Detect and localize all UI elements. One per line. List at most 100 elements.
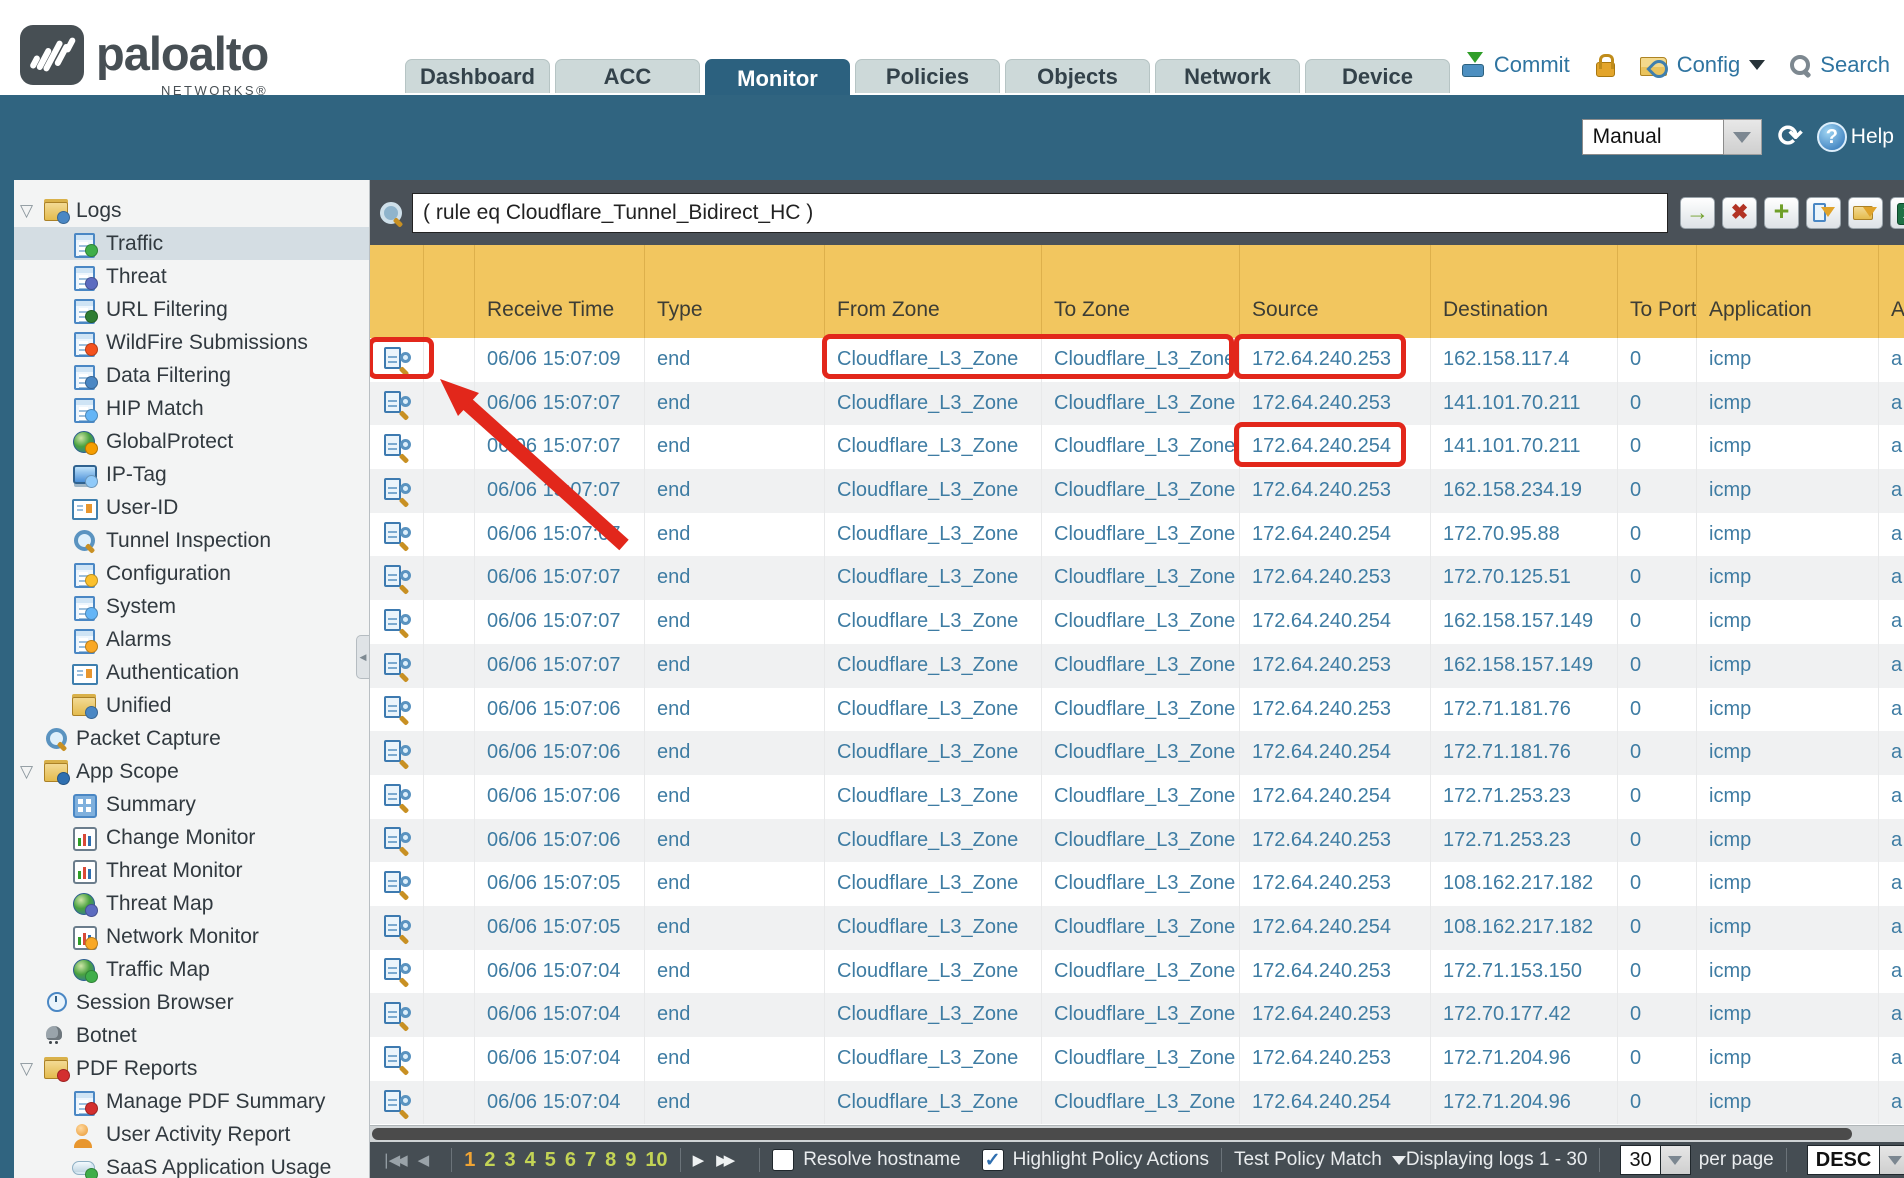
resolve-hostname-checkbox[interactable] bbox=[772, 1149, 794, 1171]
cell-receive-time[interactable]: 06/06 15:07:06 bbox=[475, 688, 645, 732]
cell-application[interactable]: icmp bbox=[1697, 1081, 1879, 1125]
cell-application[interactable]: icmp bbox=[1697, 862, 1879, 906]
log-detail-icon[interactable] bbox=[382, 696, 412, 722]
per-page-select-arrow-icon[interactable] bbox=[1661, 1145, 1691, 1175]
page-number-4[interactable]: 4 bbox=[525, 1149, 536, 1172]
cell-receive-time[interactable]: 06/06 15:07:06 bbox=[475, 819, 645, 863]
cell-to-port[interactable]: 0 bbox=[1618, 382, 1697, 426]
cell-type[interactable]: end bbox=[645, 819, 825, 863]
log-row[interactable]: 06/06 15:07:07endCloudflare_L3_ZoneCloud… bbox=[370, 425, 1904, 469]
sidebar-item-logs[interactable]: ▽Logs bbox=[14, 194, 369, 227]
page-number-5[interactable]: 5 bbox=[545, 1149, 556, 1172]
cell-application[interactable]: icmp bbox=[1697, 950, 1879, 994]
tab-acc[interactable]: ACC bbox=[555, 59, 700, 93]
log-detail-icon[interactable] bbox=[382, 522, 412, 548]
add-filter-button[interactable]: + bbox=[1764, 197, 1799, 229]
per-page-value[interactable]: 30 bbox=[1620, 1145, 1660, 1175]
lock-icon[interactable] bbox=[1594, 53, 1616, 77]
log-detail-icon[interactable] bbox=[382, 1090, 412, 1116]
cell-action[interactable]: a bbox=[1879, 819, 1904, 863]
cell-action[interactable]: a bbox=[1879, 425, 1904, 469]
page-number-1[interactable]: 1 bbox=[464, 1149, 475, 1172]
sidebar-item-globalprotect[interactable]: GlobalProtect bbox=[14, 425, 369, 458]
column-header-blank-1[interactable] bbox=[424, 245, 475, 338]
cell-to-zone[interactable]: Cloudflare_L3_Zone bbox=[1042, 1037, 1240, 1081]
log-filter-input[interactable] bbox=[412, 193, 1668, 233]
cell-to-port[interactable]: 0 bbox=[1618, 775, 1697, 819]
cell-to-port[interactable]: 0 bbox=[1618, 1037, 1697, 1081]
cell-destination[interactable]: 162.158.117.4 bbox=[1431, 338, 1618, 382]
cell-action[interactable]: a bbox=[1879, 688, 1904, 732]
page-number-3[interactable]: 3 bbox=[504, 1149, 515, 1172]
cell-type[interactable]: end bbox=[645, 1037, 825, 1081]
sidebar-item-hip-match[interactable]: HIP Match bbox=[14, 392, 369, 425]
log-detail-icon[interactable] bbox=[382, 958, 412, 984]
column-header-application[interactable]: Application bbox=[1697, 245, 1879, 338]
cell-to-port[interactable]: 0 bbox=[1618, 600, 1697, 644]
cell-source[interactable]: 172.64.240.253 bbox=[1240, 1037, 1431, 1081]
cell-to-zone[interactable]: Cloudflare_L3_Zone bbox=[1042, 600, 1240, 644]
cell-to-port[interactable]: 0 bbox=[1618, 1081, 1697, 1125]
cell-application[interactable]: icmp bbox=[1697, 993, 1879, 1037]
sidebar-item-botnet[interactable]: Botnet bbox=[14, 1019, 369, 1052]
cell-to-port[interactable]: 0 bbox=[1618, 819, 1697, 863]
log-row[interactable]: 06/06 15:07:07endCloudflare_L3_ZoneCloud… bbox=[370, 556, 1904, 600]
apply-filter-button[interactable]: → bbox=[1680, 197, 1715, 229]
refresh-mode-select[interactable]: Manual bbox=[1582, 119, 1724, 155]
cell-application[interactable]: icmp bbox=[1697, 469, 1879, 513]
cell-source[interactable]: 172.64.240.254 bbox=[1240, 600, 1431, 644]
cell-source[interactable]: 172.64.240.254 bbox=[1240, 425, 1431, 469]
cell-from-zone[interactable]: Cloudflare_L3_Zone bbox=[825, 950, 1042, 994]
cell-type[interactable]: end bbox=[645, 993, 825, 1037]
log-row[interactable]: 06/06 15:07:06endCloudflare_L3_ZoneCloud… bbox=[370, 688, 1904, 732]
column-header-to-port[interactable]: To Port bbox=[1618, 245, 1697, 338]
cell-action[interactable]: a bbox=[1879, 556, 1904, 600]
cell-destination[interactable]: 172.71.204.96 bbox=[1431, 1037, 1618, 1081]
sidebar-item-session-browser[interactable]: Session Browser bbox=[14, 986, 369, 1019]
cell-from-zone[interactable]: Cloudflare_L3_Zone bbox=[825, 993, 1042, 1037]
cell-to-zone[interactable]: Cloudflare_L3_Zone bbox=[1042, 731, 1240, 775]
cell-source[interactable]: 172.64.240.253 bbox=[1240, 862, 1431, 906]
sort-order-select-arrow-icon[interactable] bbox=[1880, 1145, 1904, 1175]
log-row[interactable]: 06/06 15:07:06endCloudflare_L3_ZoneCloud… bbox=[370, 775, 1904, 819]
cell-destination[interactable]: 172.70.95.88 bbox=[1431, 513, 1618, 557]
sidebar-item-user-activity-report[interactable]: User Activity Report bbox=[14, 1118, 369, 1151]
cell-to-zone[interactable]: Cloudflare_L3_Zone bbox=[1042, 1081, 1240, 1125]
page-number-6[interactable]: 6 bbox=[565, 1149, 576, 1172]
refresh-icon[interactable]: ⟳ bbox=[1778, 122, 1803, 152]
cell-from-zone[interactable]: Cloudflare_L3_Zone bbox=[825, 556, 1042, 600]
cell-action[interactable]: a bbox=[1879, 338, 1904, 382]
log-row[interactable]: 06/06 15:07:04endCloudflare_L3_ZoneCloud… bbox=[370, 993, 1904, 1037]
sidebar-item-traffic[interactable]: Traffic bbox=[14, 227, 369, 260]
cell-receive-time[interactable]: 06/06 15:07:04 bbox=[475, 1081, 645, 1125]
cell-type[interactable]: end bbox=[645, 731, 825, 775]
cell-destination[interactable]: 172.71.253.23 bbox=[1431, 819, 1618, 863]
cell-from-zone[interactable]: Cloudflare_L3_Zone bbox=[825, 731, 1042, 775]
cell-to-zone[interactable]: Cloudflare_L3_Zone bbox=[1042, 688, 1240, 732]
cell-to-port[interactable]: 0 bbox=[1618, 688, 1697, 732]
sort-order-select[interactable]: DESC bbox=[1807, 1145, 1904, 1175]
cell-type[interactable]: end bbox=[645, 513, 825, 557]
cell-application[interactable]: icmp bbox=[1697, 513, 1879, 557]
cell-destination[interactable]: 172.71.153.150 bbox=[1431, 950, 1618, 994]
cell-action[interactable]: a bbox=[1879, 775, 1904, 819]
sidebar-item-summary[interactable]: Summary bbox=[14, 788, 369, 821]
sidebar-item-alarms[interactable]: Alarms bbox=[14, 623, 369, 656]
sidebar-item-threat[interactable]: Threat bbox=[14, 260, 369, 293]
cell-destination[interactable]: 172.70.177.42 bbox=[1431, 993, 1618, 1037]
config-button[interactable]: Config bbox=[1677, 52, 1741, 78]
sidebar-item-packet-capture[interactable]: Packet Capture bbox=[14, 722, 369, 755]
cell-to-zone[interactable]: Cloudflare_L3_Zone bbox=[1042, 338, 1240, 382]
horizontal-scrollbar[interactable] bbox=[370, 1125, 1904, 1142]
sidebar-item-configuration[interactable]: Configuration bbox=[14, 557, 369, 590]
cell-application[interactable]: icmp bbox=[1697, 819, 1879, 863]
cell-from-zone[interactable]: Cloudflare_L3_Zone bbox=[825, 644, 1042, 688]
cell-application[interactable]: icmp bbox=[1697, 600, 1879, 644]
cell-source[interactable]: 172.64.240.253 bbox=[1240, 382, 1431, 426]
sidebar-item-threat-monitor[interactable]: Threat Monitor bbox=[14, 854, 369, 887]
next-page-button[interactable]: ▶ bbox=[693, 1151, 701, 1169]
cell-source[interactable]: 172.64.240.253 bbox=[1240, 338, 1431, 382]
cell-from-zone[interactable]: Cloudflare_L3_Zone bbox=[825, 513, 1042, 557]
column-header-source[interactable]: Source bbox=[1240, 245, 1431, 338]
clear-filter-button[interactable]: ✖ bbox=[1722, 197, 1757, 229]
